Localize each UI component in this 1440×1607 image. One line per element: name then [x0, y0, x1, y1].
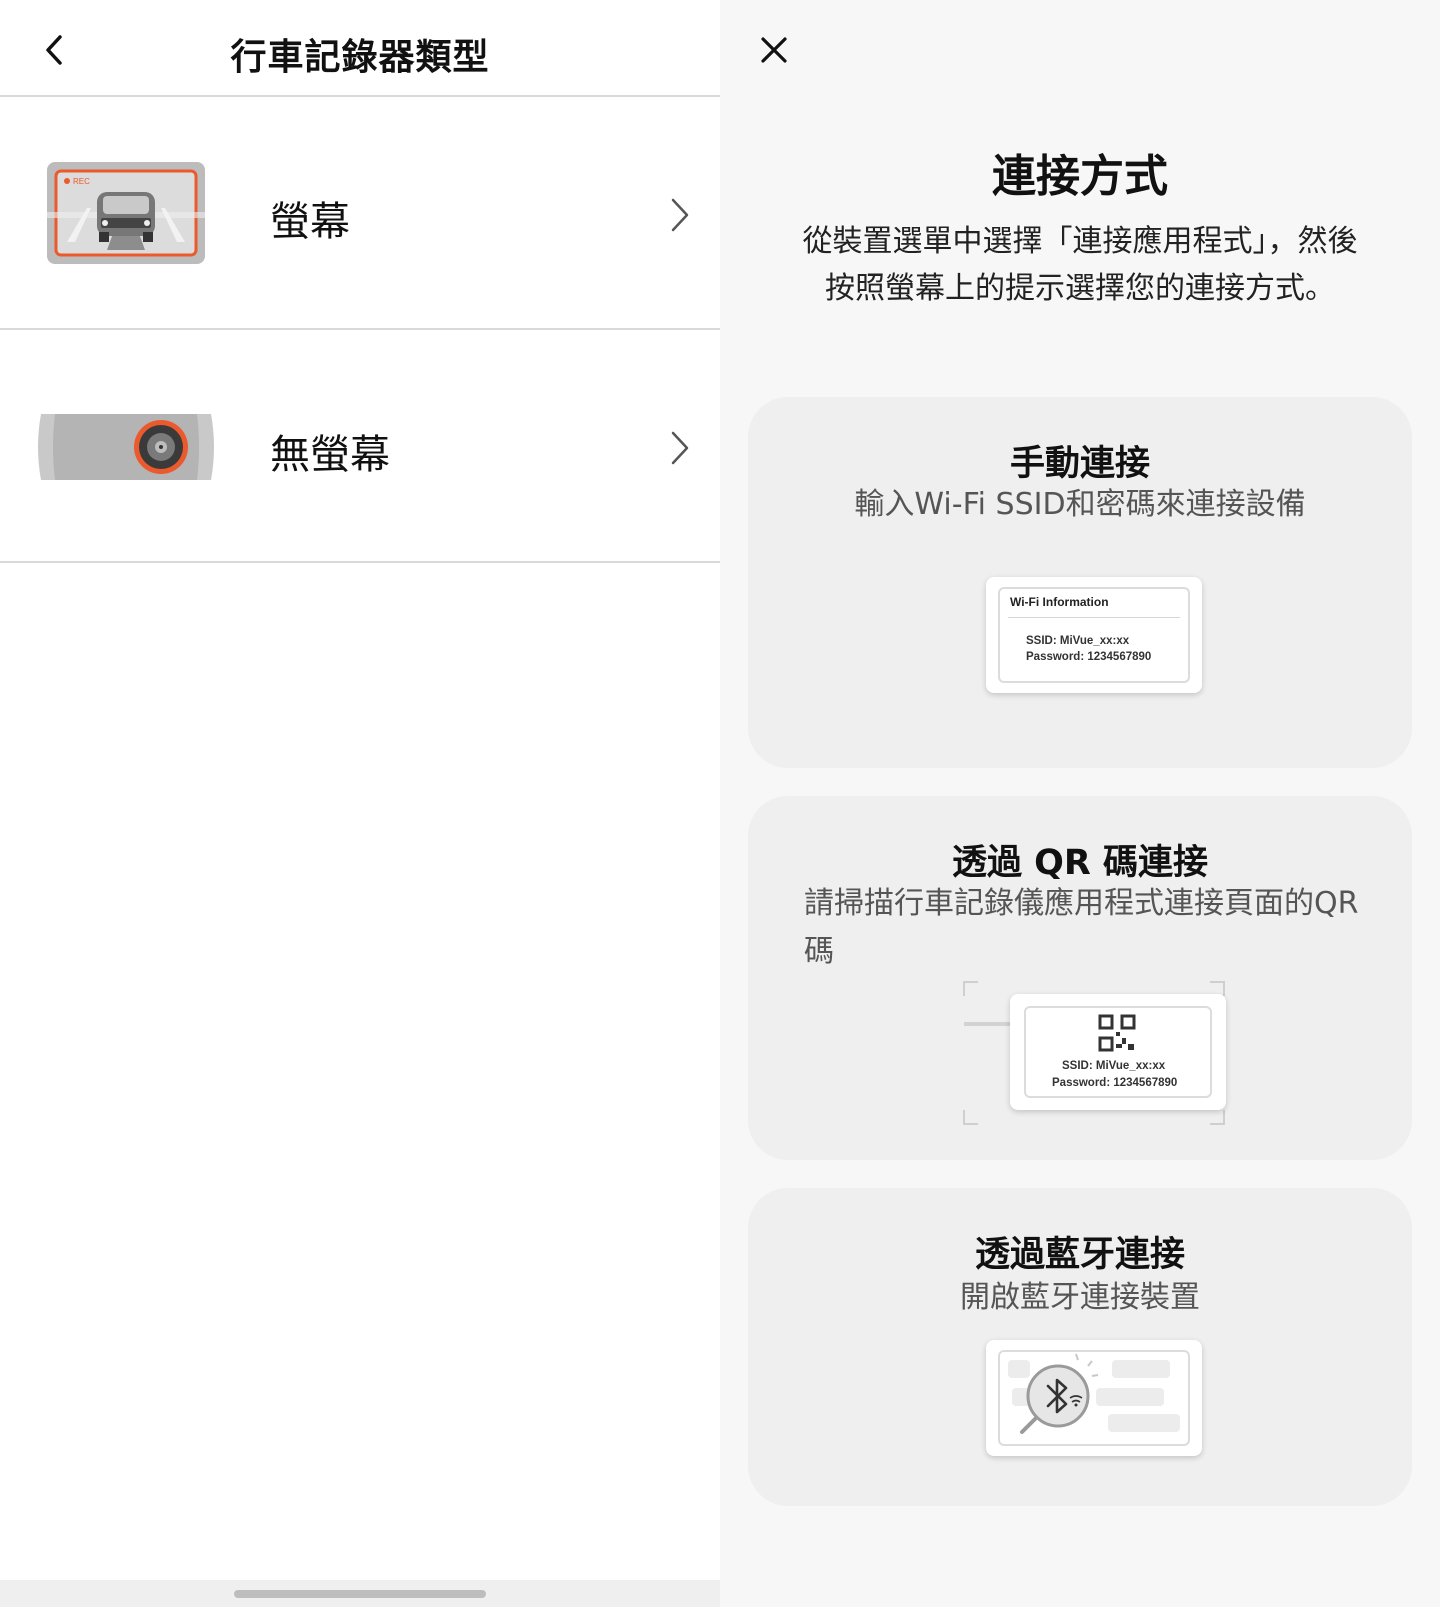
option-no-screen[interactable]: 無螢幕	[0, 330, 720, 563]
method-title-qr: 透過 QR 碼連接	[951, 843, 1209, 883]
home-indicator[interactable]	[234, 1590, 486, 1598]
qr-password-text: Password: 1234567890	[1052, 1077, 1178, 1089]
qr-ssid-text: SSID: MiVue_xx:xx	[1062, 1060, 1166, 1072]
wifi-info-illustration: Wi-Fi Information SSID: MiVue_xx:xx Pass…	[986, 577, 1202, 693]
connection-method-panel: 連接方式 從裝置選單中選擇「連接應用程式」，然後按照螢幕上的提示選擇您的連接方式…	[720, 0, 1440, 1607]
option-screen[interactable]: REC 螢幕	[0, 97, 720, 330]
chevron-right-icon	[671, 198, 689, 232]
wifi-info-heading: Wi-Fi Information	[1010, 595, 1109, 609]
method-title-bluetooth: 透過藍牙連接	[974, 1235, 1185, 1275]
qr-info-illustration: SSID: MiVue_xx:xx Password: 1234567890	[1010, 994, 1226, 1110]
option-label-screen: 螢幕	[270, 199, 350, 245]
method-desc-bluetooth: 開啟藍牙連接裝置	[960, 1280, 1200, 1315]
rec-label: REC	[73, 177, 90, 186]
method-card-bluetooth[interactable]: 透過藍牙連接 開啟藍牙連接裝置	[748, 1188, 1412, 1506]
wifi-password-text: Password: 1234567890	[1026, 651, 1152, 663]
method-title-manual: 手動連接	[1009, 444, 1150, 484]
close-icon	[761, 37, 787, 63]
method-desc-manual: 輸入Wi-Fi SSID和密碼來連接設備	[854, 487, 1306, 522]
connection-title: 連接方式	[992, 151, 1168, 202]
close-button[interactable]	[752, 28, 796, 72]
screenless-dashcam-image	[38, 414, 214, 480]
method-desc-qr: 請掃描行車記錄儀應用程式連接頁面的QR 碼	[804, 886, 1359, 969]
chevron-right-icon	[671, 431, 689, 465]
page-title: 行車記錄器類型	[230, 37, 490, 78]
screen-dashcam-image: REC	[47, 162, 205, 264]
qr-code-icon	[1098, 1014, 1136, 1052]
bluetooth-illustration	[986, 1340, 1202, 1456]
bluetooth-search-icon	[1008, 1353, 1180, 1434]
header-bar: 行車記錄器類型	[0, 0, 720, 97]
option-label-no-screen: 無螢幕	[270, 432, 390, 478]
method-card-qr[interactable]: 透過 QR 碼連接 請掃描行車記錄儀應用程式連接頁面的QR 碼 SSID: Mi…	[748, 796, 1412, 1160]
connection-description: 從裝置選單中選擇「連接應用程式」，然後按照螢幕上的提示選擇您的連接方式。	[802, 224, 1358, 306]
wifi-ssid-text: SSID: MiVue_xx:xx	[1026, 635, 1130, 647]
dashcam-type-panel: 行車記錄器類型 REC 螢幕 無螢幕	[0, 0, 720, 1607]
method-card-manual[interactable]: 手動連接 輸入Wi-Fi SSID和密碼來連接設備 Wi-Fi Informat…	[748, 397, 1412, 768]
